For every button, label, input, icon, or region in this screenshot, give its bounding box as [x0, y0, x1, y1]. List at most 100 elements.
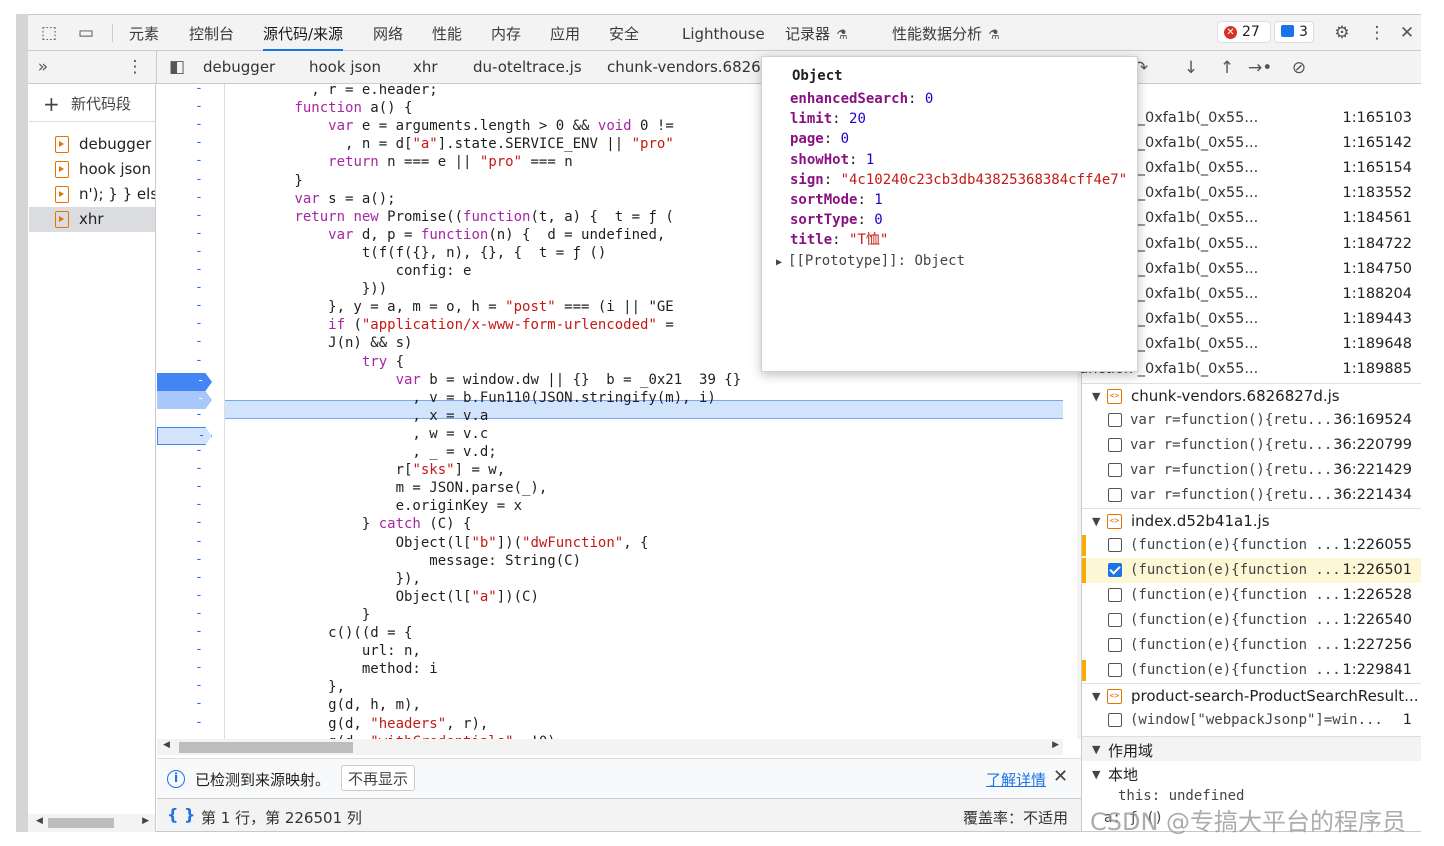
collapse-triangle-icon: ▼ — [1092, 768, 1101, 781]
close-notice-icon[interactable]: ✕ — [1053, 766, 1068, 787]
navigator-scrollbar[interactable]: ◀ ▶ — [28, 814, 155, 832]
breakpoint-checkbox[interactable] — [1108, 438, 1122, 452]
navigator-item[interactable]: debugger — [29, 132, 155, 157]
breakpoint-checkbox[interactable] — [1108, 713, 1122, 727]
call-frame-location[interactable]: 1:165154 — [1343, 156, 1412, 181]
breakpoint-code-snippet: var r=function(){retu... — [1130, 462, 1333, 478]
breakpoint-row[interactable]: var r=function(){retu... 36:169524 — [1082, 408, 1421, 433]
breakpoint-row[interactable]: var r=function(){retu... 36:221434 — [1082, 483, 1421, 508]
file-icon — [55, 161, 69, 178]
navigator-menu-icon[interactable]: ⋮ — [125, 57, 145, 77]
breakpoint-row[interactable]: (function(e){function ... 1:226528 — [1082, 583, 1421, 608]
breakpoint-file-header[interactable]: ▼ <> index.d52b41a1.js — [1082, 508, 1421, 533]
deactivate-breakpoints-icon[interactable]: ⊘ — [1288, 58, 1310, 78]
breakpoint-location: 1:229841 — [1342, 662, 1412, 678]
navigator-item[interactable]: hook json — [29, 157, 155, 182]
more-menu-icon[interactable]: ⋮ — [1367, 23, 1387, 43]
code-line: var d, p = function(n) { d = undefined, — [328, 227, 666, 243]
line-gutter[interactable]: ---------------------------------------- — [157, 84, 225, 739]
breakpoint-checkbox[interactable] — [1108, 638, 1122, 652]
call-frame-location[interactable]: 1:189443 — [1343, 307, 1412, 332]
gutter-marker: - — [195, 298, 203, 313]
dont-show-again-button[interactable]: 不再显示 — [341, 765, 416, 791]
call-frame-location[interactable]: 1:184750 — [1343, 257, 1412, 282]
navigator-item[interactable]: xhr — [29, 207, 155, 232]
learn-more-link[interactable]: 了解详情 — [986, 769, 1046, 790]
file-tab-0[interactable]: debugger — [203, 51, 275, 84]
code-line: config: e — [227, 263, 472, 279]
breakpoint-row[interactable]: (function(e){function ... 1:226501 — [1082, 558, 1421, 583]
popover-property-row: sign: "4c10240c23cb3db43825368384cff4e7" — [790, 171, 1128, 188]
breakpoint-location: 1:227256 — [1342, 637, 1412, 653]
breakpoint-file-header[interactable]: ▼ <> chunk-vendors.6826827d.js — [1082, 383, 1421, 408]
tab-0[interactable]: 元素 — [129, 15, 159, 51]
file-tab-3[interactable]: du-oteltrace.js — [473, 51, 582, 84]
breakpoint-checkbox[interactable] — [1108, 463, 1122, 477]
tab-1[interactable]: 控制台 — [189, 15, 234, 51]
breakpoint-checkbox[interactable] — [1108, 413, 1122, 427]
navigator-item[interactable]: n'); } } else i — [29, 182, 155, 207]
call-frame-location[interactable]: 1:184561 — [1343, 206, 1412, 231]
breakpoint-row[interactable]: var r=function(){retu... 36:220799 — [1082, 433, 1421, 458]
breakpoint-marker-bar — [1082, 660, 1086, 681]
call-frame-location[interactable]: 1:184722 — [1343, 232, 1412, 257]
tab-9[interactable]: 记录器 ⚗ — [785, 15, 848, 51]
step-into-icon[interactable]: ↓ — [1180, 58, 1202, 78]
tab-10[interactable]: 性能数据分析 ⚗ — [892, 15, 1000, 51]
file-tab-1[interactable]: hook json — [309, 51, 381, 84]
breakpoint-checkbox[interactable] — [1108, 563, 1122, 577]
tab-5[interactable]: 内存 — [491, 15, 521, 51]
breakpoint-row[interactable]: (function(e){function ... 1:226055 — [1082, 533, 1421, 558]
local-scope-header[interactable]: ▼ 本地 — [1082, 762, 1421, 786]
breakpoint-code-snippet: (function(e){function ... — [1130, 637, 1341, 653]
tab-4[interactable]: 性能 — [432, 15, 462, 51]
file-tab-2[interactable]: xhr — [413, 51, 438, 84]
call-frame-location[interactable]: 1:165142 — [1343, 131, 1412, 156]
breakpoint-row[interactable]: (function(e){function ... 1:229841 — [1082, 658, 1421, 683]
call-frame-location[interactable]: 1:189885 — [1343, 357, 1412, 382]
call-frame-location[interactable]: 1:183552 — [1343, 181, 1412, 206]
call-frame-location[interactable]: 1:188204 — [1343, 282, 1412, 307]
call-frame-location[interactable]: 1:165103 — [1343, 106, 1412, 131]
breakpoint-checkbox[interactable] — [1108, 663, 1122, 677]
breakpoint-marker[interactable]: - — [157, 427, 212, 445]
tab-6[interactable]: 应用 — [550, 15, 580, 51]
messages-badge[interactable]: 3 — [1274, 21, 1314, 43]
toggle-navigator-icon[interactable]: ◧ — [167, 57, 187, 77]
code-line: r["sks"] = w, — [227, 462, 506, 478]
new-snippet-button[interactable]: + 新代码段 — [29, 92, 155, 117]
close-icon[interactable]: ✕ — [1397, 23, 1417, 43]
step-icon[interactable]: →• — [1248, 58, 1272, 78]
settings-gear-icon[interactable]: ⚙ — [1332, 23, 1352, 43]
scope-section-header[interactable]: ▼ 作用域 — [1082, 736, 1421, 761]
object-preview-popover[interactable]: Object enhancedSearch: 0 limit: 20 page: 0… — [761, 56, 1138, 372]
tab-3[interactable]: 网络 — [373, 15, 403, 51]
more-tabs-chevron-icon[interactable]: » — [33, 57, 53, 77]
file-icon: <> — [1107, 514, 1122, 529]
tab-8[interactable]: Lighthouse — [682, 15, 765, 51]
breakpoint-location: 36:221429 — [1333, 462, 1412, 478]
breakpoint-file-header[interactable]: ▼ <> product-search-ProductSearchResult... — [1082, 683, 1421, 708]
breakpoint-marker-bar — [1082, 535, 1086, 556]
breakpoint-row[interactable]: (function(e){function ... 1:226540 — [1082, 608, 1421, 633]
call-frame-location[interactable]: 1:189648 — [1343, 332, 1412, 357]
editor-horizontal-scrollbar[interactable]: ◀ ▶ — [157, 739, 1063, 755]
tab-7[interactable]: 安全 — [609, 15, 639, 51]
tab-2[interactable]: 源代码/来源 — [263, 15, 344, 51]
pretty-print-braces-icon[interactable]: { } — [167, 805, 195, 824]
breakpoint-checkbox[interactable] — [1108, 538, 1122, 552]
breakpoint-row[interactable]: (window["webpackJsonp"]=win... 1 — [1082, 708, 1421, 733]
step-out-icon[interactable]: ↑ — [1216, 58, 1238, 78]
prototype-row[interactable]: ▶ [[Prototype]]: Object — [776, 252, 965, 272]
breakpoint-row[interactable]: var r=function(){retu... 36:221429 — [1082, 458, 1421, 483]
prototype-text: [[Prototype]]: Object — [788, 252, 966, 269]
errors-badge[interactable]: ✕ 27 — [1217, 21, 1271, 43]
inspect-element-icon[interactable]: ⬚ — [39, 23, 59, 43]
breakpoint-checkbox[interactable] — [1108, 613, 1122, 627]
breakpoint-checkbox[interactable] — [1108, 488, 1122, 502]
breakpoint-marker[interactable]: - — [157, 373, 212, 391]
breakpoint-marker[interactable]: - — [157, 391, 212, 409]
device-toolbar-icon[interactable]: ▭ — [75, 23, 97, 43]
breakpoint-checkbox[interactable] — [1108, 588, 1122, 602]
breakpoint-row[interactable]: (function(e){function ... 1:227256 — [1082, 633, 1421, 658]
